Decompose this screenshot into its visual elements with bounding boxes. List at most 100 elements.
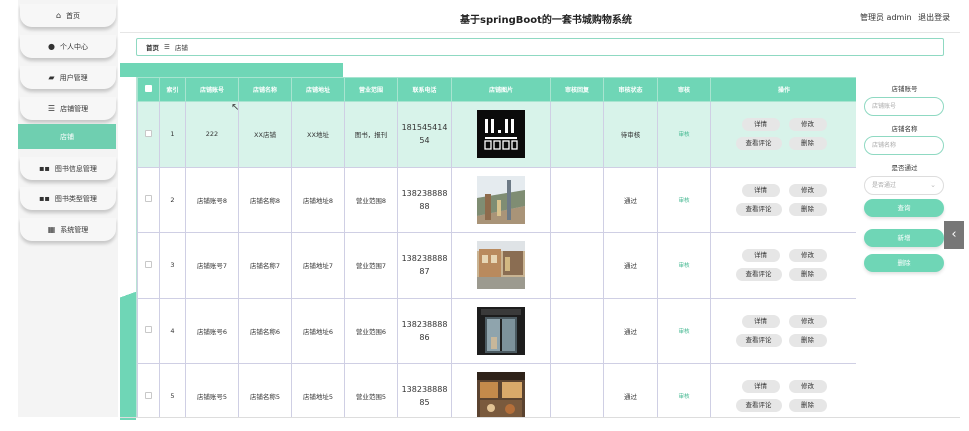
cell-reply	[550, 101, 604, 168]
sidebar-item-label: 图书信息管理	[54, 164, 97, 173]
shop-image-poster[interactable]	[477, 110, 525, 159]
shop-table-container: 索引 店铺账号 店铺名称 店铺地址 营业范围 联系电话 店铺图片 审核回复 审核…	[136, 77, 856, 417]
edit-button[interactable]: 修改	[788, 183, 827, 197]
table-row[interactable]: 5 店铺账号5 店铺名称5 店铺地址5 营业范围5 13823888885 通过…	[137, 363, 856, 417]
edit-button[interactable]: 修改	[788, 314, 827, 328]
delete-button[interactable]: 删除	[788, 137, 827, 151]
cell-index: 4	[159, 297, 186, 364]
row-checkbox-cell	[137, 101, 160, 168]
cell-ops: 详情 修改 查看评论 删除	[710, 363, 856, 417]
view-comments-button[interactable]: 查看评论	[735, 137, 782, 151]
cell-audit: 审核	[657, 232, 711, 299]
row-checkbox[interactable]	[145, 391, 152, 399]
sidebar-item-label: 图书类型管理	[54, 194, 97, 203]
audit-link[interactable]: 审核	[678, 198, 689, 204]
table-row[interactable]: 4 店铺账号6 店铺名称6 店铺地址6 营业范围6 13823888886 通过…	[137, 297, 856, 364]
cell-name: 店铺名称6	[238, 297, 292, 364]
sidebar-item-users[interactable]: ▰ 用户管理	[20, 66, 116, 89]
breadcrumb-separator-icon: ☰	[164, 43, 170, 51]
row-checkbox[interactable]	[145, 195, 152, 203]
cell-image	[451, 363, 551, 417]
cell-ops: 详情 修改 查看评论 删除	[710, 232, 856, 299]
cell-phone: 18154541454	[397, 101, 452, 168]
row-checkbox-cell	[137, 363, 160, 417]
header-user-area: 管理员 admin 退出登录	[860, 12, 950, 23]
cell-account: 店铺账号8	[185, 166, 239, 233]
shop-image-door[interactable]	[477, 306, 525, 355]
view-comments-button[interactable]: 查看评论	[735, 268, 782, 282]
account-search-input[interactable]: 店铺账号	[864, 97, 944, 116]
add-button[interactable]: 新增	[864, 229, 944, 247]
sidebar-item-profile[interactable]: ● 个人中心	[20, 35, 116, 58]
users-icon: ▰	[48, 72, 55, 82]
phone-text: 13823888888	[401, 188, 448, 211]
detail-button[interactable]: 详情	[741, 118, 780, 132]
phone-text: 13823888887	[401, 254, 448, 277]
bulk-delete-button[interactable]: 删除	[864, 254, 944, 272]
home-icon: ⌂	[55, 10, 62, 20]
row-checkbox[interactable]	[145, 260, 152, 268]
audit-link[interactable]: 审核	[678, 329, 689, 335]
column-header: 店铺地址	[291, 77, 345, 102]
sidebar-item-shop-management[interactable]: ☰ 店铺管理	[20, 97, 116, 120]
shop-image-shop[interactable]	[477, 372, 525, 417]
audit-link[interactable]: 审核	[678, 263, 689, 269]
delete-button[interactable]: 删除	[788, 399, 827, 413]
row-checkbox[interactable]	[145, 326, 152, 334]
user-label: 管理员 admin	[860, 13, 912, 22]
search-button[interactable]: 查询	[864, 199, 944, 217]
cell-status: 通过	[603, 232, 658, 299]
edit-button[interactable]: 修改	[788, 118, 827, 132]
row-checkbox[interactable]	[145, 129, 152, 137]
sidebar-item-label: 店铺	[60, 132, 74, 141]
sidebar-item-home[interactable]: ⌂ 首页	[20, 4, 116, 27]
select-all-checkbox[interactable]	[145, 85, 152, 92]
sidebar: ⌂ 首页 ● 个人中心 ▰ 用户管理 ☰ 店铺管理 店铺 ▪▪ 图书信息管理 ▪…	[18, 0, 118, 417]
detail-button[interactable]: 详情	[741, 380, 780, 394]
cell-audit: 审核	[657, 363, 711, 417]
cell-index: 5	[159, 363, 186, 417]
cell-scope: 图书，报刊	[344, 101, 398, 168]
detail-button[interactable]: 详情	[741, 314, 780, 328]
view-comments-button[interactable]: 查看评论	[735, 399, 782, 413]
cell-status: 待审核	[603, 101, 658, 168]
logout-link[interactable]: 退出登录	[918, 13, 950, 22]
cell-address: 店铺地址5	[291, 363, 345, 417]
table-row[interactable]: 3 店铺账号7 店铺名称7 店铺地址7 营业范围7 13823888887 通过…	[137, 232, 856, 299]
left-decoration	[120, 280, 136, 420]
detail-button[interactable]: 详情	[741, 249, 780, 263]
column-header: 店铺名称	[238, 77, 292, 102]
sidebar-item-shop[interactable]: 店铺	[18, 124, 116, 149]
shop-image-street[interactable]	[477, 241, 525, 290]
view-comments-button[interactable]: 查看评论	[735, 333, 782, 347]
select-all-header	[137, 77, 160, 102]
breadcrumb-home[interactable]: 首页	[146, 42, 159, 52]
table-row[interactable]: 2 店铺账号8 店铺名称8 店铺地址8 营业范围8 13823888888 通过…	[137, 166, 856, 233]
detail-button[interactable]: 详情	[741, 183, 780, 197]
view-comments-button[interactable]: 查看评论	[735, 202, 782, 216]
sidebar-item-book-type[interactable]: ▪▪ 图书类型管理	[20, 187, 116, 210]
shop-image-mall[interactable]	[477, 175, 525, 224]
edit-button[interactable]: 修改	[788, 380, 827, 394]
sidebar-item-system[interactable]: ▦ 系统管理	[20, 218, 116, 241]
sidebar-item-label: 用户管理	[59, 73, 88, 82]
cell-status: 通过	[603, 166, 658, 233]
delete-button[interactable]: 删除	[788, 268, 827, 282]
chevron-left-icon[interactable]: ‹	[944, 221, 964, 249]
delete-button[interactable]: 删除	[788, 202, 827, 216]
delete-button[interactable]: 删除	[788, 333, 827, 347]
table-row[interactable]: 1 222 XX店铺 XX地址 图书，报刊 18154541454 待审核 审核…	[137, 101, 856, 168]
table-icon: ▦	[47, 224, 56, 234]
edit-button[interactable]: 修改	[788, 249, 827, 263]
audit-link[interactable]: 审核	[678, 394, 689, 400]
cell-image	[451, 166, 551, 233]
name-search-input[interactable]: 店铺名称	[864, 136, 944, 155]
cell-scope: 营业范围6	[344, 297, 398, 364]
audit-link[interactable]: 审核	[678, 132, 689, 138]
cell-account: 店铺账号6	[185, 297, 239, 364]
column-header: 审核回复	[550, 77, 604, 102]
sidebar-item-book-info[interactable]: ▪▪ 图书信息管理	[20, 157, 116, 180]
cell-scope: 营业范围7	[344, 232, 398, 299]
passed-select[interactable]: 是否通过 ⌄	[864, 176, 944, 195]
search-panel: 店铺账号 店铺账号 店铺名称 店铺名称 是否通过 是否通过 ⌄ 查询 新增 删除	[857, 77, 952, 417]
